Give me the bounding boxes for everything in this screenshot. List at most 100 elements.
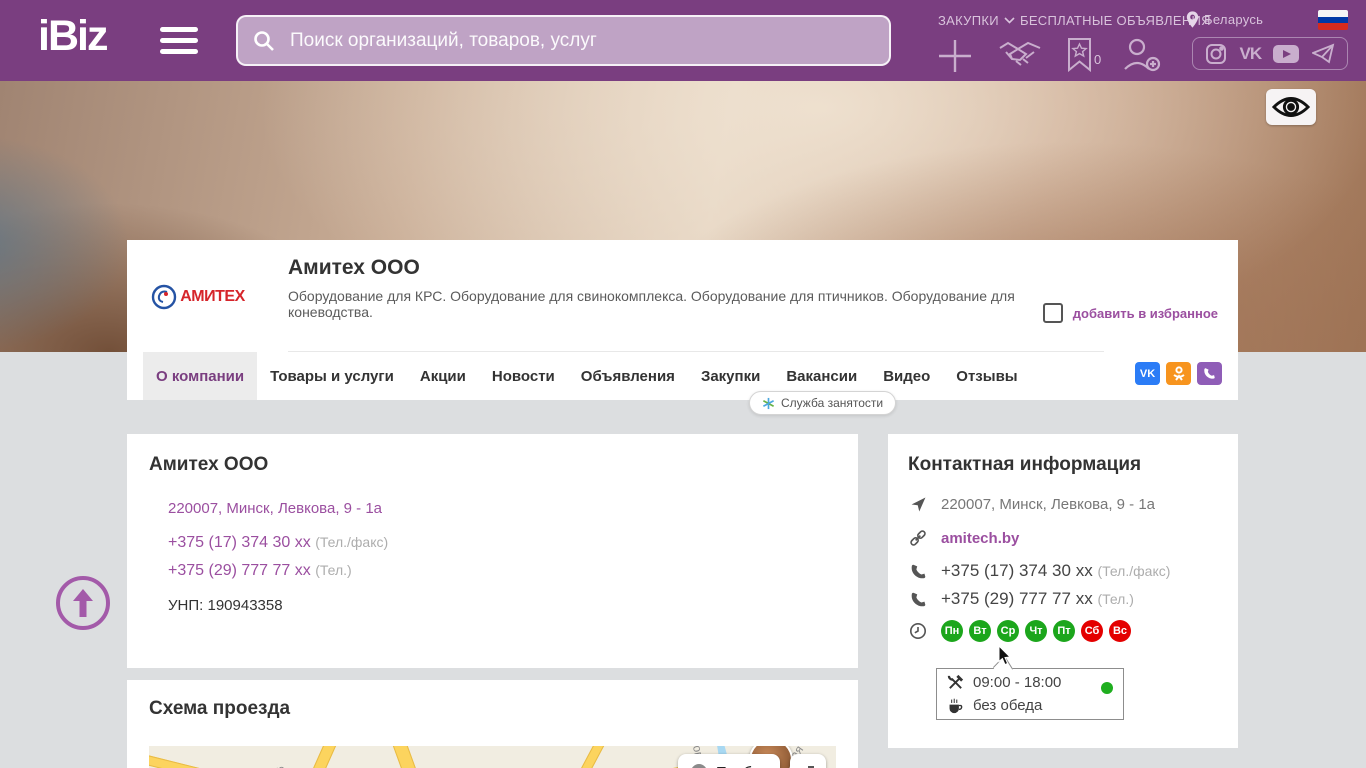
odnoklassniki-icon[interactable] bbox=[1166, 362, 1191, 385]
favorites-count: 0 bbox=[1094, 52, 1102, 67]
phone-icon bbox=[911, 564, 925, 578]
phone-type-2: (Тел.) bbox=[315, 562, 352, 578]
location-pin-icon bbox=[1186, 11, 1199, 28]
company-social-links: VK bbox=[1135, 362, 1222, 385]
contact-phone-2[interactable]: +375 (29) 777 77 xx bbox=[941, 589, 1093, 608]
vk-icon[interactable]: VK bbox=[1240, 44, 1263, 64]
map-canvas[interactable]: Карла Либкнехта ова ская П Пробки bbox=[149, 746, 836, 768]
company-description: Оборудование для КРС. Оборудование для с… bbox=[288, 288, 1015, 320]
contact-address-row: 220007, Минск, Левкова, 9 - 1а bbox=[908, 496, 1155, 513]
tab-news[interactable]: Новости bbox=[479, 352, 568, 400]
map-road bbox=[388, 746, 460, 768]
schedule-tooltip: 09:00 - 18:00 без обеда bbox=[936, 655, 1124, 720]
map-card: Схема проезда Карла Либкнехта ова ская П… bbox=[127, 680, 858, 768]
vk-share-icon[interactable]: VK bbox=[1135, 362, 1160, 385]
procurement-link[interactable]: ЗАКУПКИ bbox=[938, 13, 1015, 28]
coffee-cup-icon bbox=[949, 698, 963, 714]
contact-phone-1-type: (Тел./факс) bbox=[1097, 563, 1171, 579]
schedule-hours: 09:00 - 18:00 bbox=[973, 674, 1062, 691]
schedule-lunch: без обеда bbox=[973, 697, 1043, 714]
link-icon bbox=[910, 530, 926, 546]
chevron-down-icon bbox=[1004, 17, 1015, 24]
map-street-label: Карла Либкнехта bbox=[191, 762, 287, 768]
traffic-button[interactable]: Пробки bbox=[678, 754, 780, 768]
open-status-dot bbox=[1101, 682, 1113, 694]
map-expand-button[interactable] bbox=[790, 754, 826, 768]
search-input[interactable] bbox=[288, 28, 875, 53]
day-badge-sun[interactable]: Вс bbox=[1109, 620, 1131, 642]
free-ads-link[interactable]: БЕСПЛАТНЫЕ ОБЪЯВЛЕНИЯ bbox=[1020, 13, 1211, 28]
country-selector[interactable]: Беларусь bbox=[1186, 11, 1263, 28]
contact-website-row: amitech.by bbox=[908, 528, 1019, 548]
add-to-favorites[interactable]: добавить в избранное bbox=[1042, 303, 1218, 323]
instagram-icon[interactable] bbox=[1205, 43, 1227, 65]
contact-address: 220007, Минск, Левкова, 9 - 1а bbox=[941, 496, 1156, 513]
handshake-icon[interactable] bbox=[998, 40, 1042, 71]
tab-promotions[interactable]: Акции bbox=[407, 352, 479, 400]
vacancy-tooltip-label: Служба занятости bbox=[781, 396, 884, 410]
phone-link-1[interactable]: +375 (17) 374 30 xx bbox=[168, 534, 311, 551]
search-icon bbox=[254, 30, 274, 51]
eye-icon bbox=[1272, 97, 1310, 117]
contact-phone-row: +375 (29) 777 77 xx (Тел.) bbox=[908, 589, 1134, 609]
clock-icon bbox=[909, 622, 927, 640]
add-plus-icon[interactable] bbox=[936, 37, 974, 75]
amitech-emblem-icon bbox=[152, 284, 177, 310]
schedule-hours-row: 09:00 - 18:00 bbox=[947, 674, 1113, 691]
day-badge-tue[interactable]: Вт bbox=[969, 620, 991, 642]
accessibility-eye-button[interactable] bbox=[1266, 89, 1316, 125]
favorite-checkbox[interactable] bbox=[1042, 303, 1063, 323]
unp-number: УНП: 190943358 bbox=[168, 597, 283, 614]
header-social-links: VK bbox=[1192, 37, 1348, 70]
traffic-label: Пробки bbox=[716, 764, 767, 768]
expand-icon bbox=[808, 766, 814, 768]
employment-service-icon bbox=[762, 397, 775, 409]
contact-card: Контактная информация 220007, Минск, Лев… bbox=[888, 434, 1238, 748]
phone-row: +375 (17) 374 30 xx (Тел./факс) bbox=[168, 534, 388, 552]
day-badge-sat[interactable]: Сб bbox=[1081, 620, 1103, 642]
about-title: Амитех ООО bbox=[149, 454, 269, 475]
working-days-row: Пн Вт Ср Чт Пт Сб Вс bbox=[908, 620, 1131, 642]
favorites-bookmark-icon[interactable] bbox=[1066, 37, 1093, 72]
tab-products[interactable]: Товары и услуги bbox=[257, 352, 407, 400]
about-card: Амитех ООО 220007, Минск, Левкова, 9 - 1… bbox=[127, 434, 858, 668]
send-arrow-icon bbox=[911, 497, 925, 512]
register-person-icon[interactable] bbox=[1122, 37, 1162, 74]
company-card: АМИТЕХ Амитех ООО Оборудование для КРС. … bbox=[127, 240, 1238, 415]
company-address-link[interactable]: 220007, Минск, Левкова, 9 - 1а bbox=[168, 500, 382, 517]
day-badge-thu[interactable]: Чт bbox=[1025, 620, 1047, 642]
contact-title: Контактная информация bbox=[908, 454, 1142, 475]
youtube-icon[interactable] bbox=[1273, 44, 1300, 64]
day-badge-mon[interactable]: Пн bbox=[941, 620, 963, 642]
header: iBiz ЗАКУПКИ БЕСПЛАТНЫЕ ОБЪЯВЛЕНИЯ Белар… bbox=[0, 0, 1366, 81]
schedule-lunch-row: без обеда bbox=[947, 697, 1113, 714]
favorite-label: добавить в избранное bbox=[1072, 305, 1218, 321]
contact-phone-2-type: (Тел.) bbox=[1097, 591, 1134, 607]
tab-reviews[interactable]: Отзывы bbox=[943, 352, 1030, 400]
website-link[interactable]: amitech.by bbox=[941, 530, 1019, 547]
menu-icon[interactable] bbox=[160, 27, 198, 60]
tab-about[interactable]: О компании bbox=[143, 352, 258, 400]
map-road bbox=[536, 746, 612, 768]
scroll-to-top-button[interactable] bbox=[56, 576, 110, 630]
company-name: Амитех ООО bbox=[288, 256, 420, 279]
tab-ads[interactable]: Объявления bbox=[568, 352, 688, 400]
day-badge-wed[interactable]: Ср bbox=[997, 620, 1019, 642]
day-badges: Пн Вт Ср Чт Пт Сб Вс bbox=[941, 620, 1131, 642]
company-logo-text: АМИТЕХ bbox=[180, 288, 245, 305]
arrow-up-icon bbox=[73, 589, 93, 617]
page: iBiz ЗАКУПКИ БЕСПЛАТНЫЕ ОБЪЯВЛЕНИЯ Белар… bbox=[0, 0, 1366, 768]
traffic-light-icon bbox=[691, 764, 707, 768]
phone-type-1: (Тел./факс) bbox=[315, 534, 389, 550]
phone-row: +375 (29) 777 77 xx (Тел.) bbox=[168, 562, 352, 580]
telegram-icon[interactable] bbox=[1311, 43, 1335, 64]
phone-link-2[interactable]: +375 (29) 777 77 xx bbox=[168, 562, 311, 579]
search-bar bbox=[236, 15, 891, 66]
day-badge-fri[interactable]: Пт bbox=[1053, 620, 1075, 642]
viber-icon[interactable] bbox=[1197, 362, 1222, 385]
ibiz-logo[interactable]: iBiz bbox=[38, 12, 108, 61]
language-flag-russian[interactable] bbox=[1318, 10, 1348, 30]
map-title: Схема проезда bbox=[149, 698, 291, 719]
contact-phone-row: +375 (17) 374 30 xx (Тел./факс) bbox=[908, 561, 1170, 581]
contact-phone-1[interactable]: +375 (17) 374 30 xx bbox=[941, 561, 1093, 580]
